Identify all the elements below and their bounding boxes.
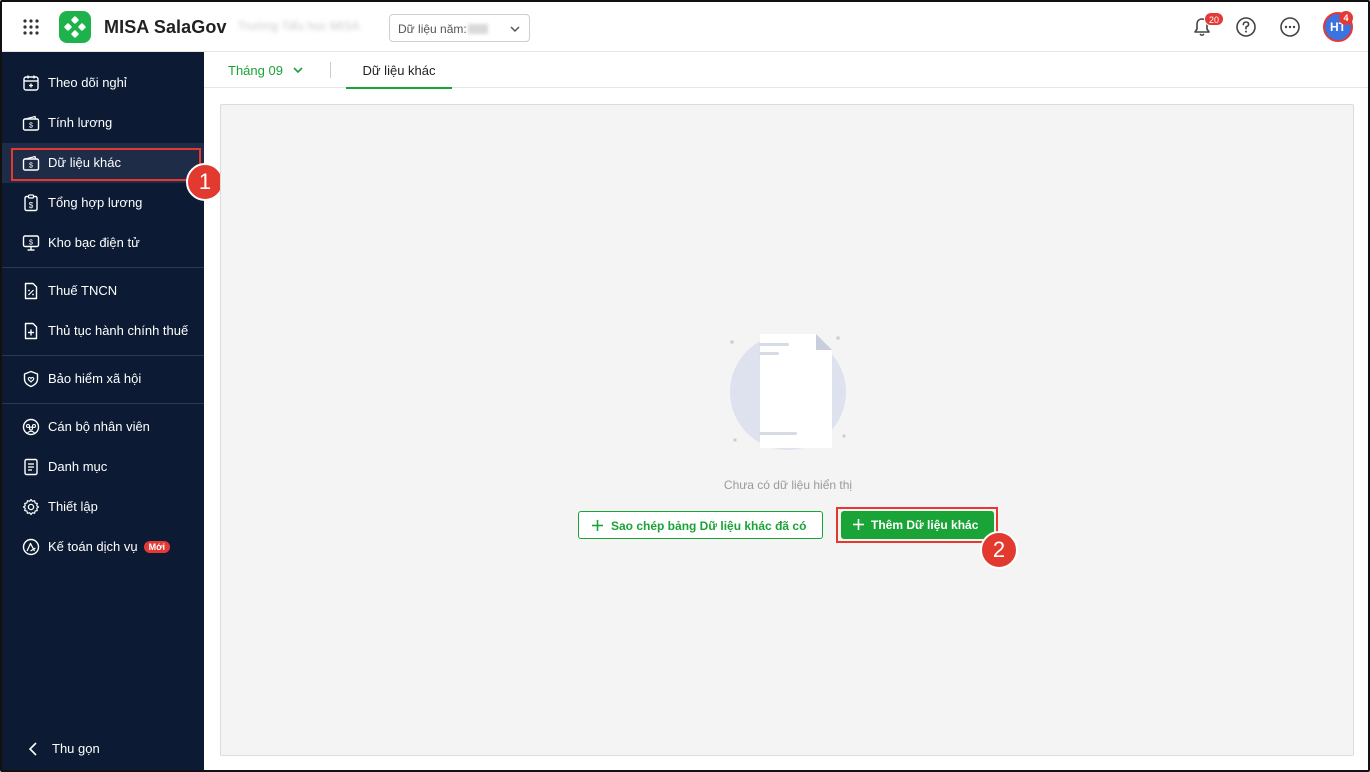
- svg-text:$: $: [29, 123, 33, 130]
- calendar-icon: [23, 75, 39, 91]
- sidebar-item-label: Bảo hiểm xã hội: [48, 371, 142, 386]
- list-document-icon: [24, 458, 38, 476]
- sidebar-item-label: Thủ tục hành chính thuế: [48, 323, 189, 338]
- notification-count-badge: 20: [1204, 12, 1224, 26]
- sidebar-item-ke-toan-dich-vu[interactable]: Kế toán dịch vụ Mới: [2, 527, 204, 567]
- sidebar-item-label: Cán bộ nhân viên: [48, 419, 150, 434]
- add-button-label: Thêm Dữ liệu khác: [871, 518, 979, 532]
- monitor-icon: $: [22, 235, 40, 251]
- sidebar-item-label: Tổng hợp lương: [48, 195, 143, 210]
- svg-text:$: $: [29, 163, 33, 170]
- document-percent-icon: [24, 282, 38, 300]
- empty-state-message: Chưa có dữ liệu hiển thị: [723, 478, 853, 492]
- plus-icon: [592, 520, 603, 531]
- data-year-select[interactable]: Dữ liệu năm:: [389, 14, 530, 42]
- sidebar-item-thue-tncn[interactable]: Thuế TNCN: [2, 271, 204, 311]
- sidebar-item-can-bo-nhan-vien[interactable]: Cán bộ nhân viên: [2, 407, 204, 447]
- chevron-down-icon[interactable]: [292, 64, 304, 76]
- service-icon: [22, 538, 40, 556]
- sidebar-item-bao-hiem-xa-hoi[interactable]: Bảo hiểm xã hội: [2, 359, 204, 399]
- sidebar-item-tinh-luong[interactable]: $ Tính lương: [2, 103, 204, 143]
- apps-grid-icon[interactable]: [22, 18, 40, 36]
- sidebar-divider: [2, 267, 204, 268]
- sidebar-item-thiet-lap[interactable]: Thiết lập: [2, 487, 204, 527]
- sidebar-item-text: Kế toán dịch vụ: [48, 539, 138, 554]
- wallet-icon: $: [22, 115, 40, 131]
- chevron-left-icon: [28, 742, 37, 756]
- sidebar-item-tong-hop-luong[interactable]: $ Tổng hợp lương: [2, 183, 204, 223]
- sidebar-item-label: Tính lương: [48, 115, 113, 130]
- more-options-icon[interactable]: [1279, 16, 1301, 38]
- collapse-sidebar-button[interactable]: Thu gọn: [2, 730, 204, 770]
- add-other-data-button[interactable]: Thêm Dữ liệu khác: [841, 511, 994, 539]
- app-logo: [59, 11, 91, 43]
- tab-du-lieu-khac[interactable]: Dữ liệu khác: [346, 52, 452, 89]
- organization-name: Trường Tiểu học MISA: [238, 19, 360, 33]
- tab-separator: [330, 62, 331, 78]
- sidebar-item-label: Dữ liệu khác: [48, 155, 122, 170]
- wallet-icon: $: [22, 155, 40, 171]
- sidebar-item-label: Kho bạc điện tử: [48, 235, 140, 250]
- tab-bar: Tháng 09 Dữ liệu khác: [204, 52, 1368, 89]
- chevron-down-icon: [510, 26, 520, 33]
- copy-existing-data-button[interactable]: Sao chép bảng Dữ liệu khác đã có: [578, 511, 823, 539]
- sidebar-item-label: Danh mục: [48, 459, 108, 474]
- gear-icon: [22, 498, 40, 516]
- sidebar-divider: [2, 355, 204, 356]
- empty-document-illustration: [730, 334, 846, 450]
- clipboard-icon: $: [24, 194, 38, 212]
- new-badge: Mới: [143, 541, 171, 553]
- top-header: MISA SalaGov Trường Tiểu học MISA Dữ liệ…: [2, 2, 1368, 52]
- svg-text:$: $: [29, 201, 34, 210]
- month-select[interactable]: Tháng 09: [228, 63, 283, 78]
- sidebar-divider: [2, 403, 204, 404]
- data-year-value-redacted: [468, 24, 488, 34]
- document-plus-icon: [24, 322, 38, 340]
- sidebar-item-du-lieu-khac[interactable]: $ Dữ liệu khác: [2, 143, 204, 183]
- sidebar-item-danh-muc[interactable]: Danh mục: [2, 447, 204, 487]
- active-tab-underline: [346, 87, 452, 89]
- logo-mark-icon: [64, 16, 86, 38]
- sidebar: Theo dõi nghỉ $ Tính lương $ Dữ liệu khá…: [2, 52, 204, 770]
- sidebar-item-label: Theo dõi nghỉ: [48, 75, 127, 90]
- app-window: MISA SalaGov Trường Tiểu học MISA Dữ liệ…: [0, 0, 1370, 772]
- step-marker-1: 1: [186, 163, 224, 201]
- sidebar-item-label: Kế toán dịch vụ Mới: [48, 539, 171, 554]
- sidebar-item-kho-bac-dien-tu[interactable]: $ Kho bạc điện tử: [2, 223, 204, 263]
- collapse-label: Thu gọn: [52, 741, 100, 756]
- copy-button-label: Sao chép bảng Dữ liệu khác đã có: [611, 519, 807, 533]
- plus-icon: [853, 519, 864, 530]
- tab-label: Dữ liệu khác: [362, 63, 436, 78]
- avatar-count-badge: 4: [1339, 11, 1353, 25]
- app-title: MISA SalaGov: [104, 17, 227, 37]
- sidebar-item-thu-tuc-hanh-chinh-thue[interactable]: Thủ tục hành chính thuế: [2, 311, 204, 351]
- sidebar-item-label: Thiết lập: [48, 499, 98, 514]
- sidebar-item-theo-doi-nghi[interactable]: Theo dõi nghỉ: [2, 63, 204, 103]
- people-icon: [22, 418, 40, 436]
- sidebar-item-label: Thuế TNCN: [48, 283, 118, 298]
- step-marker-2: 2: [980, 531, 1018, 569]
- shield-heart-icon: [23, 370, 39, 388]
- data-year-label: Dữ liệu năm:: [398, 22, 467, 36]
- svg-text:$: $: [29, 239, 33, 246]
- help-icon[interactable]: [1235, 16, 1257, 38]
